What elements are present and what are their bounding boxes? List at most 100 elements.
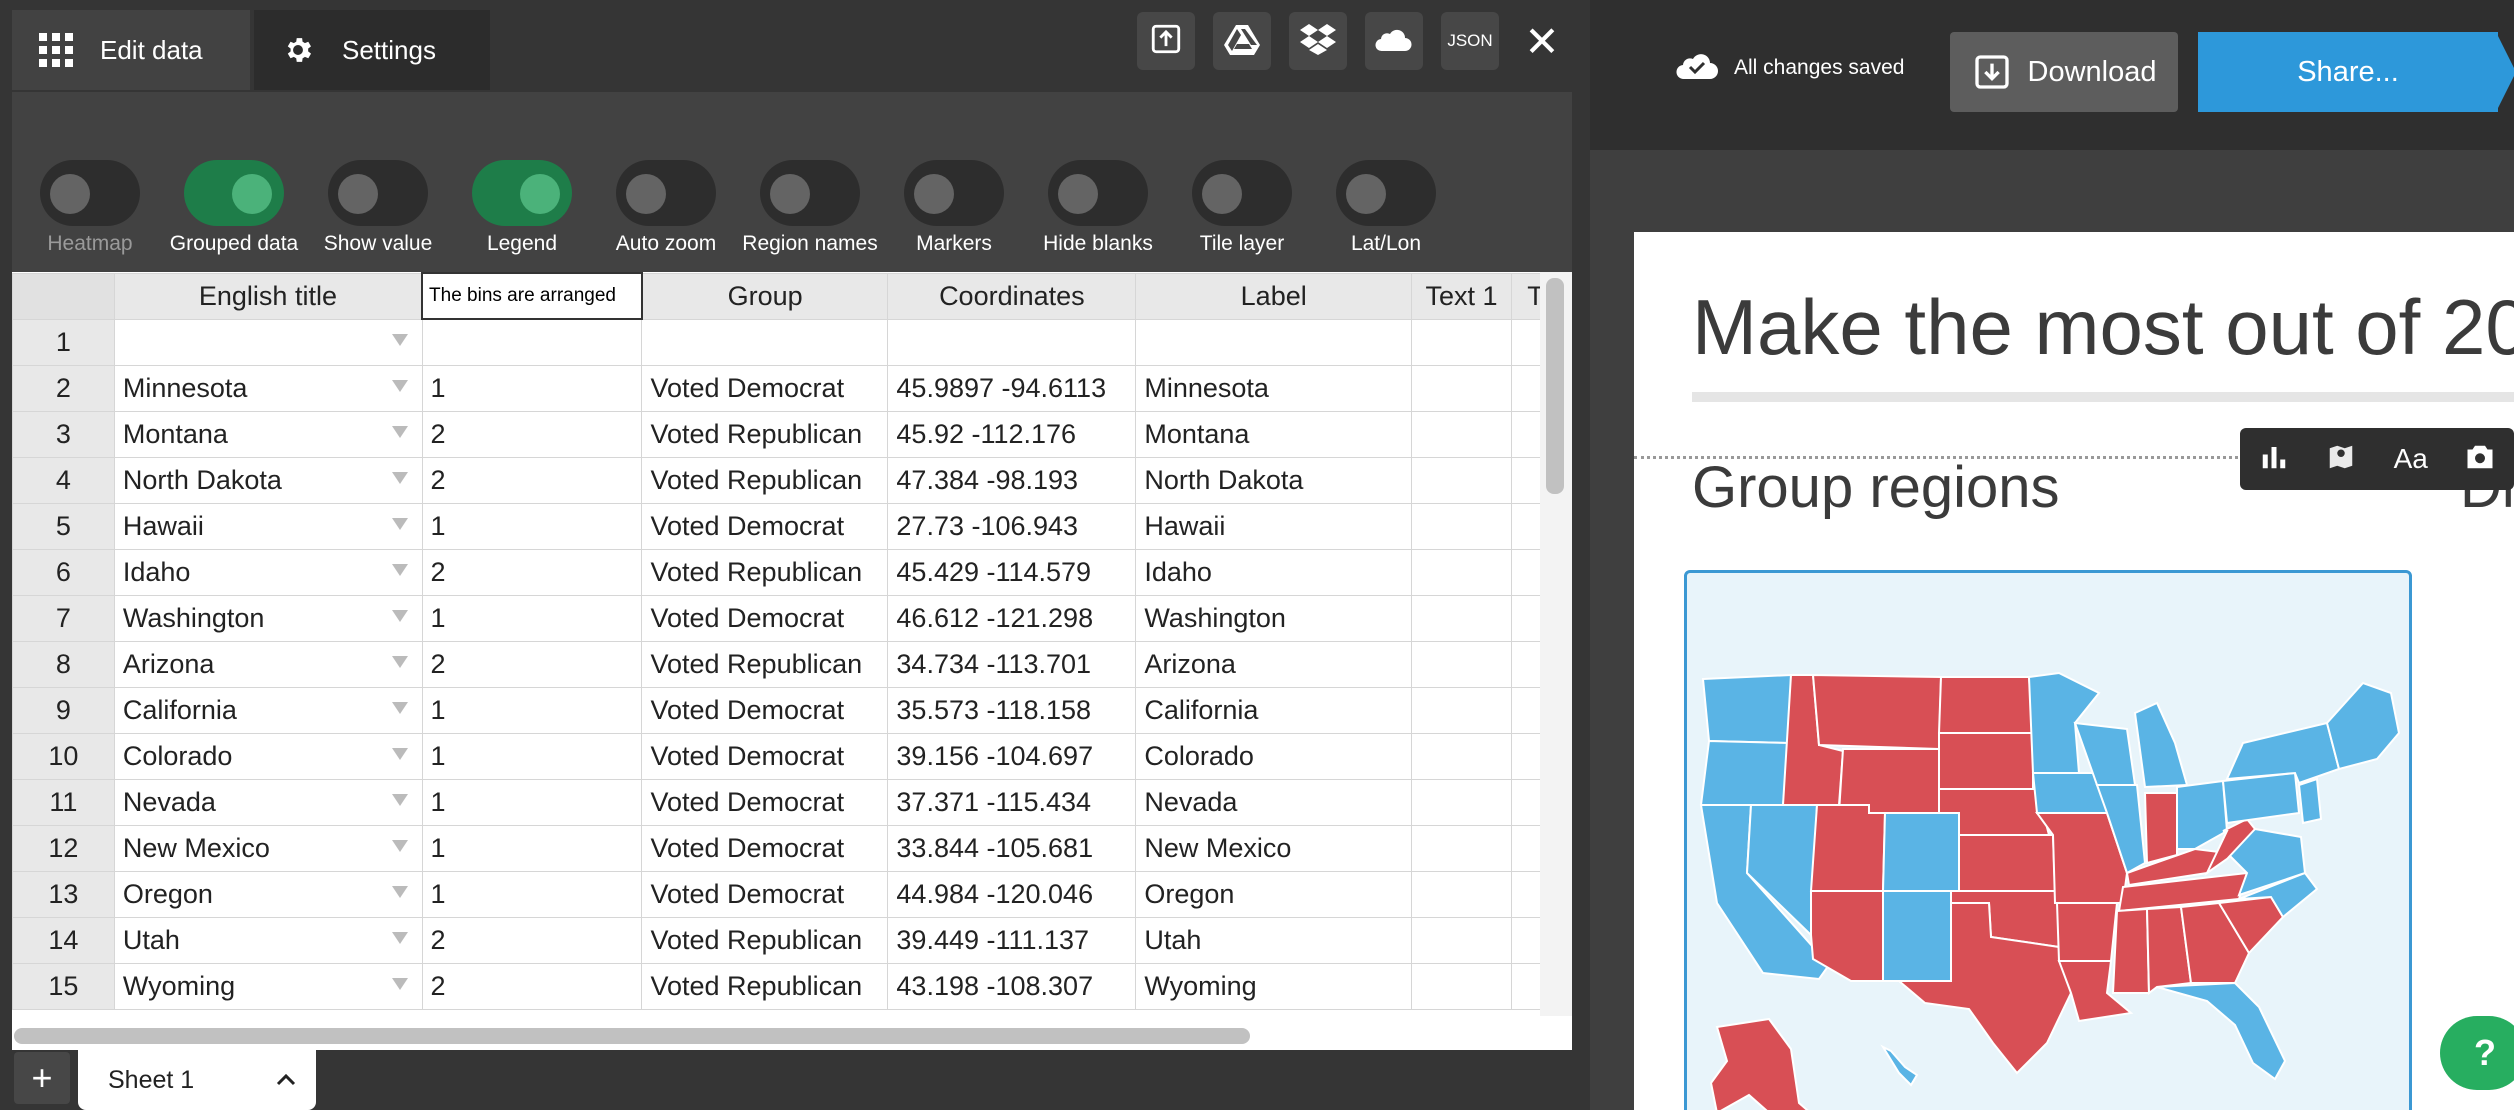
table-cell[interactable]: Voted Republican [641, 916, 889, 964]
row-number[interactable]: 10 [12, 732, 115, 780]
table-cell[interactable]: Hawaii [113, 502, 423, 550]
toggle-switch[interactable] [328, 160, 428, 226]
toggle-switch[interactable] [40, 160, 140, 226]
camera-icon[interactable] [2465, 443, 2495, 476]
table-cell[interactable]: 2 [421, 640, 643, 688]
table-cell[interactable]: 39.449 -111.137 [887, 916, 1137, 964]
table-cell[interactable]: 47.384 -98.193 [887, 456, 1137, 504]
story-title[interactable]: Make the most out of 20 [1692, 282, 2514, 373]
table-cell[interactable] [1411, 640, 1513, 688]
table-cell[interactable]: Utah [1135, 916, 1413, 964]
table-cell[interactable] [1411, 686, 1513, 734]
row-number[interactable]: 14 [12, 916, 115, 964]
dropdown-arrow-icon[interactable] [391, 977, 408, 990]
table-cell[interactable] [1135, 318, 1413, 366]
json-button[interactable]: JSON [1441, 12, 1499, 70]
table-cell[interactable]: Minnesota [1135, 364, 1413, 412]
download-button[interactable]: Download [1950, 32, 2178, 112]
vertical-scrollbar[interactable] [1546, 278, 1564, 494]
toggle-switch[interactable] [1336, 160, 1436, 226]
table-cell[interactable] [887, 318, 1137, 366]
add-sheet-button[interactable]: + [14, 1052, 70, 1104]
table-cell[interactable]: 1 [421, 870, 643, 918]
table-cell[interactable] [421, 318, 643, 366]
table-cell[interactable]: 33.844 -105.681 [887, 824, 1137, 872]
row-number[interactable]: 12 [12, 824, 115, 872]
toggle-switch[interactable] [184, 160, 284, 226]
share-button[interactable]: Share... [2198, 32, 2498, 112]
row-number[interactable]: 8 [12, 640, 115, 688]
toggle-switch[interactable] [1048, 160, 1148, 226]
table-cell[interactable] [1411, 916, 1513, 964]
table-cell[interactable]: Oregon [113, 870, 423, 918]
dropdown-arrow-icon[interactable] [391, 747, 408, 760]
column-header[interactable]: Text 1 [1411, 272, 1513, 320]
table-cell[interactable]: Voted Republican [641, 548, 889, 596]
table-cell[interactable]: 27.73 -106.943 [887, 502, 1137, 550]
help-button[interactable]: ? [2440, 1016, 2514, 1090]
table-cell[interactable]: Voted Democrat [641, 778, 889, 826]
horizontal-scrollbar[interactable] [14, 1028, 1250, 1044]
table-cell[interactable]: Hawaii [1135, 502, 1413, 550]
table-cell[interactable]: Colorado [113, 732, 423, 780]
table-cell[interactable]: Wyoming [1135, 962, 1413, 1010]
upload-button[interactable] [1137, 12, 1195, 70]
table-cell[interactable]: Arizona [1135, 640, 1413, 688]
table-cell[interactable]: 46.612 -121.298 [887, 594, 1137, 642]
row-number[interactable]: 4 [12, 456, 115, 504]
table-cell[interactable]: Voted Democrat [641, 870, 889, 918]
chevron-up-icon[interactable] [274, 1068, 298, 1099]
dropdown-arrow-icon[interactable] [391, 379, 408, 392]
table-cell[interactable]: Voted Democrat [641, 732, 889, 780]
dropdown-arrow-icon[interactable] [391, 885, 408, 898]
column-header[interactable]: The bins are arranged [421, 272, 643, 320]
table-cell[interactable]: Voted Democrat [641, 502, 889, 550]
table-cell[interactable]: 1 [421, 502, 643, 550]
toggle-switch[interactable] [1192, 160, 1292, 226]
table-cell[interactable] [1411, 318, 1513, 366]
dropdown-arrow-icon[interactable] [391, 471, 408, 484]
table-cell[interactable]: Nevada [113, 778, 423, 826]
map-block[interactable] [1684, 570, 2412, 1110]
table-cell[interactable] [1411, 548, 1513, 596]
table-cell[interactable]: Voted Democrat [641, 594, 889, 642]
table-cell[interactable]: 1 [421, 594, 643, 642]
table-cell[interactable] [1411, 732, 1513, 780]
column-header[interactable]: Coordinates [887, 272, 1137, 320]
table-cell[interactable]: North Dakota [113, 456, 423, 504]
table-cell[interactable]: 35.573 -118.158 [887, 686, 1137, 734]
dropdown-arrow-icon[interactable] [391, 563, 408, 576]
table-cell[interactable]: 43.198 -108.307 [887, 962, 1137, 1010]
table-cell[interactable]: Montana [1135, 410, 1413, 458]
dropdown-arrow-icon[interactable] [391, 425, 408, 438]
data-grid[interactable]: English title The bins are arranged Group C… [12, 272, 1572, 1050]
tab-edit-data[interactable]: Edit data [12, 10, 250, 90]
dropbox-button[interactable] [1289, 12, 1347, 70]
table-cell[interactable]: 1 [421, 364, 643, 412]
close-editor-button[interactable]: ✕ [1520, 16, 1564, 66]
chart-icon[interactable] [2259, 442, 2289, 477]
table-cell[interactable]: California [1135, 686, 1413, 734]
table-cell[interactable] [113, 318, 423, 366]
toggle-switch[interactable] [616, 160, 716, 226]
table-cell[interactable]: Utah [113, 916, 423, 964]
dropdown-arrow-icon[interactable] [391, 517, 408, 530]
table-cell[interactable]: 2 [421, 962, 643, 1010]
onedrive-button[interactable] [1365, 12, 1423, 70]
table-cell[interactable]: 45.9897 -94.6113 [887, 364, 1137, 412]
table-cell[interactable]: California [113, 686, 423, 734]
toggle-switch[interactable] [904, 160, 1004, 226]
table-cell[interactable]: Voted Republican [641, 410, 889, 458]
table-cell[interactable]: Voted Democrat [641, 824, 889, 872]
table-cell[interactable]: Nevada [1135, 778, 1413, 826]
table-cell[interactable]: 45.429 -114.579 [887, 548, 1137, 596]
table-cell[interactable] [1411, 456, 1513, 504]
table-cell[interactable] [1411, 502, 1513, 550]
row-number[interactable]: 6 [12, 548, 115, 596]
row-number[interactable]: 9 [12, 686, 115, 734]
dropdown-arrow-icon[interactable] [391, 655, 408, 668]
table-cell[interactable]: Montana [113, 410, 423, 458]
table-cell[interactable]: Voted Democrat [641, 686, 889, 734]
table-cell[interactable]: 2 [421, 548, 643, 596]
table-cell[interactable] [641, 318, 889, 366]
